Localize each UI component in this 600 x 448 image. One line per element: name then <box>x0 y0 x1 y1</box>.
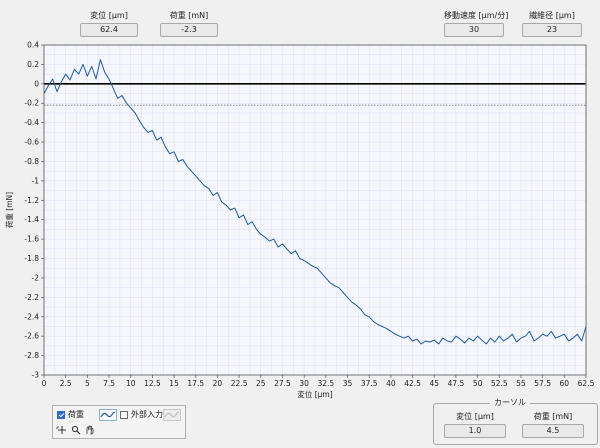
cursor-x-label: 変位 [µm] <box>456 412 494 421</box>
external-input-label: 外部入力 <box>131 410 163 419</box>
wave-icon-disabled <box>164 411 180 418</box>
x-tick-label: 27.5 <box>274 379 291 388</box>
y-tick-label: -2.6 <box>24 332 39 341</box>
x-tick-label: 47.5 <box>448 379 465 388</box>
x-tick-label: 60 <box>560 379 570 388</box>
x-tick-label: 20 <box>213 379 223 388</box>
y-tick-label: -0.6 <box>24 138 39 147</box>
y-axis-title: 荷重 [mN] <box>4 192 14 228</box>
x-tick-label: 55 <box>516 379 526 388</box>
x-tick-label: 17.5 <box>187 379 204 388</box>
cursor-x: 変位 [µm] 1.0 <box>444 412 506 438</box>
y-tick-label: -1.4 <box>24 215 39 224</box>
y-tick-label: 0.2 <box>27 60 39 69</box>
cursor-panel-title: カーソル <box>490 398 530 408</box>
external-input-swatch[interactable] <box>163 409 181 421</box>
x-tick-label: 45 <box>429 379 439 388</box>
x-axis-title: 変位 [µm] <box>297 389 332 399</box>
zoom-icon[interactable] <box>70 425 82 435</box>
x-tick-label: 42.5 <box>404 379 421 388</box>
legend-panel: 荷重 外部入力 <box>52 405 186 439</box>
y-tick-labels: 0.4 0.2 0 -0.2 -0.4 -0.6 -0.8 -1 -1.2 -1.4 -1.6 -1.… <box>24 41 44 380</box>
x-tick-label: 62.5 <box>578 379 595 388</box>
x-tick-label: 35 <box>343 379 353 388</box>
y-tick-label: -2 <box>32 273 40 282</box>
cursor-y-value: 4.5 <box>522 424 584 438</box>
y-tick-label: 0.4 <box>27 41 39 50</box>
y-tick-label: -2.2 <box>24 293 39 302</box>
crosshair-icon[interactable] <box>56 425 68 435</box>
y-tick-label: -1 <box>32 176 40 185</box>
x-tick-label: 0 <box>42 379 47 388</box>
cursor-panel: カーソル 変位 [µm] 1.0 荷重 [mN] 4.5 <box>433 398 598 445</box>
external-input-checkbox[interactable] <box>120 411 128 419</box>
y-tick-label: -2.4 <box>24 312 39 321</box>
y-tick-label: -1.2 <box>24 196 39 205</box>
x-tick-label: 5 <box>85 379 90 388</box>
x-tick-label: 15 <box>169 379 179 388</box>
cursor-y: 荷重 [mN] 4.5 <box>522 412 584 438</box>
y-tick-label: -2.8 <box>24 351 39 360</box>
x-tick-label: 12.5 <box>144 379 161 388</box>
load-checkbox[interactable] <box>57 411 65 419</box>
x-tick-label: 10 <box>126 379 136 388</box>
y-tick-label: -1.6 <box>24 235 39 244</box>
y-tick-label: -0.8 <box>24 157 39 166</box>
x-tick-label: 37.5 <box>361 379 378 388</box>
x-tick-label: 57.5 <box>534 379 551 388</box>
y-tick-label: -1.8 <box>24 254 39 263</box>
y-tick-label: -3 <box>32 371 40 380</box>
load-legend-label: 荷重 <box>68 410 84 419</box>
x-tick-label: 32.5 <box>317 379 334 388</box>
pan-icon[interactable] <box>84 425 96 435</box>
y-tick-label: -0.2 <box>24 99 39 108</box>
x-tick-label: 25 <box>256 379 266 388</box>
y-tick-label: -0.4 <box>24 118 39 127</box>
x-tick-label: 50 <box>473 379 483 388</box>
x-tick-label: 22.5 <box>231 379 248 388</box>
x-tick-label: 30 <box>299 379 309 388</box>
load-displacement-chart[interactable]: 0 2.5 5 7.5 10 12.5 15 17.5 20 22.5 25 27.5 30 32.5 35… <box>0 0 600 400</box>
x-tick-label: 2.5 <box>60 379 72 388</box>
load-line-swatch[interactable] <box>99 409 117 421</box>
x-tick-label: 52.5 <box>491 379 508 388</box>
cursor-y-label: 荷重 [mN] <box>533 412 573 421</box>
cursor-x-value: 1.0 <box>444 424 506 438</box>
x-tick-label: 7.5 <box>103 379 115 388</box>
x-tick-label: 40 <box>386 379 396 388</box>
y-tick-label: 0 <box>34 79 39 88</box>
wave-icon <box>100 411 116 418</box>
x-tick-labels: 0 2.5 5 7.5 10 12.5 15 17.5 20 22.5 25 27.5 30 32.5 35… <box>42 375 595 388</box>
